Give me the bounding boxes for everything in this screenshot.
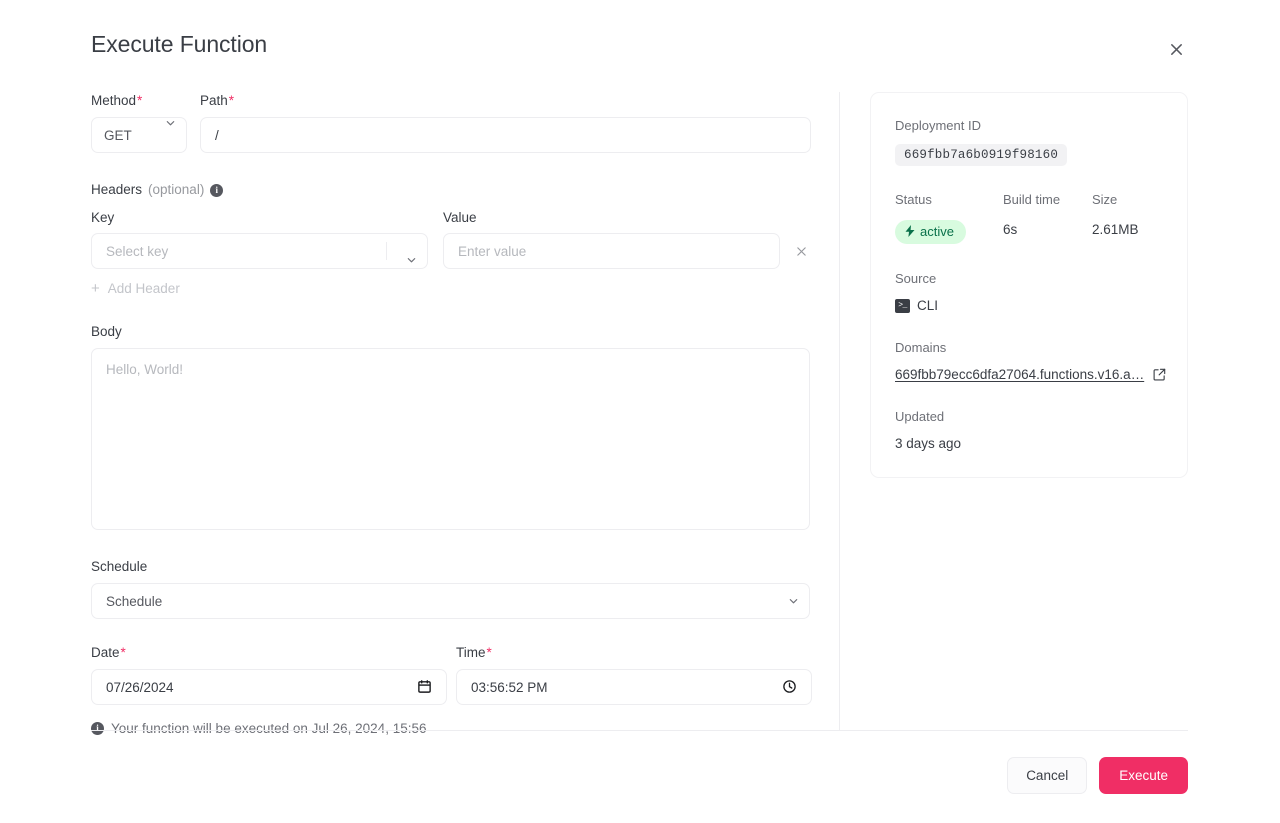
status-badge: active — [895, 220, 966, 244]
deployment-panel: Deployment ID 669fbb7a6b0919f98160 Statu… — [840, 92, 1189, 730]
status-block: Status active — [895, 191, 1003, 244]
plus-icon: + — [91, 281, 100, 296]
headers-section-label: Headers (optional) i — [91, 181, 811, 199]
info-icon: i — [91, 722, 104, 735]
method-field: Method* GET — [91, 92, 187, 153]
key-column-label: Key — [91, 209, 428, 227]
info-icon[interactable]: i — [210, 184, 223, 197]
domain-link[interactable]: 669fbb79ecc6dfa27064.functions.v16.a… — [895, 367, 1144, 382]
schedule-label: Schedule — [91, 558, 811, 576]
modal-footer: Cancel Execute — [1007, 757, 1188, 794]
header-key-select[interactable]: Select key — [91, 233, 428, 269]
date-time-row: Date* Time* — [91, 644, 811, 705]
build-time-value: 6s — [1003, 220, 1092, 240]
headers-column-labels: Key Value — [91, 209, 811, 227]
deployment-id-label: Deployment ID — [895, 117, 1161, 135]
updated-block: Updated 3 days ago — [895, 408, 1161, 451]
execute-function-modal: Execute Function Method* GET — [0, 0, 1280, 823]
deployment-card: Deployment ID 669fbb7a6b0919f98160 Statu… — [870, 92, 1188, 478]
status-label: Status — [895, 191, 1003, 209]
deployment-id-value[interactable]: 669fbb7a6b0919f98160 — [895, 144, 1067, 166]
select-separator — [386, 242, 387, 260]
modal-header: Execute Function — [91, 28, 1189, 70]
header-key-placeholder: Select key — [106, 244, 168, 259]
close-icon[interactable] — [1163, 36, 1189, 62]
required-mark: * — [137, 93, 142, 108]
updated-value: 3 days ago — [895, 436, 1161, 451]
cancel-button[interactable]: Cancel — [1007, 757, 1087, 794]
footer-divider — [91, 730, 1188, 731]
header-value-field — [443, 233, 780, 269]
method-path-row: Method* GET Path* — [91, 92, 811, 153]
time-input[interactable] — [456, 669, 812, 705]
terminal-icon: >_ — [895, 299, 910, 313]
schedule-field: Schedule Schedule — [91, 558, 811, 619]
method-label: Method* — [91, 92, 187, 110]
status-value-wrap: active — [895, 220, 1003, 244]
updated-label: Updated — [895, 408, 1161, 426]
execute-button[interactable]: Execute — [1099, 757, 1188, 794]
date-label: Date* — [91, 644, 447, 662]
headers-label: Headers — [91, 181, 142, 199]
modal-body: Method* GET Path* Headers (optional) — [91, 92, 1189, 730]
schedule-hint: i Your function will be executed on Jul … — [91, 721, 811, 736]
build-time-block: Build time 6s — [1003, 191, 1092, 244]
source-label: Source — [895, 270, 1161, 288]
header-row: Select key — [91, 233, 811, 269]
deployment-stats: Status active Build time 6s — [895, 191, 1161, 244]
body-textarea[interactable] — [91, 348, 810, 530]
header-key-field: Select key — [91, 233, 428, 269]
add-header-button[interactable]: + Add Header — [91, 281, 180, 296]
external-link-icon[interactable] — [1153, 368, 1166, 381]
status-badge-label: active — [920, 224, 954, 240]
method-select[interactable]: GET — [91, 117, 187, 153]
execute-form: Method* GET Path* Headers (optional) — [91, 92, 839, 730]
time-label: Time* — [456, 644, 812, 662]
path-input[interactable] — [200, 117, 811, 153]
schedule-select[interactable]: Schedule — [91, 583, 810, 619]
domains-block: Domains 669fbb79ecc6dfa27064.functions.v… — [895, 339, 1161, 382]
required-mark: * — [487, 645, 492, 660]
date-input[interactable] — [91, 669, 447, 705]
date-field: Date* — [91, 644, 447, 705]
time-field: Time* — [456, 644, 812, 705]
lightning-bolt-icon — [905, 225, 915, 239]
remove-header-button[interactable] — [792, 233, 811, 269]
page-title: Execute Function — [91, 28, 1189, 60]
body-field: Body — [91, 323, 811, 530]
body-label: Body — [91, 323, 811, 341]
required-mark: * — [121, 645, 126, 660]
source-value: CLI — [917, 298, 938, 313]
headers-optional-label: (optional) — [148, 181, 204, 199]
add-header-label: Add Header — [108, 281, 180, 296]
path-label: Path* — [200, 92, 811, 110]
build-time-label: Build time — [1003, 191, 1092, 209]
header-value-input[interactable] — [443, 233, 780, 269]
size-label: Size — [1092, 191, 1161, 209]
source-block: Source >_ CLI — [895, 270, 1161, 313]
schedule-hint-text: Your function will be executed on Jul 26… — [111, 721, 426, 736]
required-mark: * — [229, 93, 234, 108]
value-column-label: Value — [443, 209, 780, 227]
domains-label: Domains — [895, 339, 1161, 357]
size-value: 2.61MB — [1092, 220, 1161, 240]
path-field: Path* — [200, 92, 811, 153]
deployment-id-block: Deployment ID 669fbb7a6b0919f98160 — [895, 117, 1161, 166]
size-block: Size 2.61MB — [1092, 191, 1161, 244]
